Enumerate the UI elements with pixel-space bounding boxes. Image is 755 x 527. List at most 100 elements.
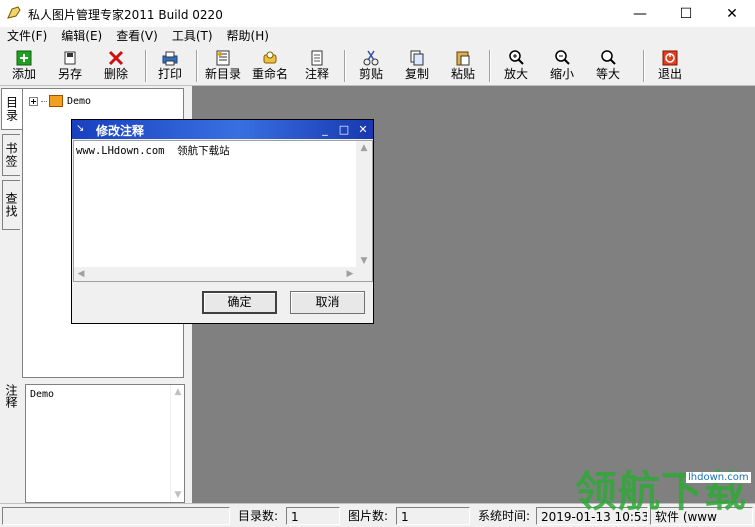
toolbar: 添加 另存 删除 打印 新目录 重命名 注释 剪贴 复制 粘贴 放大 缩小 等大…	[0, 46, 755, 86]
zoom-out-label: 缩小	[549, 67, 574, 81]
zoom-out-button[interactable]: 缩小	[546, 48, 578, 84]
system-time-label: 系统时间:	[478, 509, 531, 523]
tab-search[interactable]: 查找	[2, 180, 20, 230]
rename-label: 重命名	[251, 67, 288, 81]
new-folder-button[interactable]: 新目录	[203, 48, 243, 84]
menu-tools[interactable]: 工具(T)	[165, 27, 220, 46]
delete-icon	[108, 50, 124, 66]
save-icon	[64, 51, 76, 65]
scrollbar-corner	[356, 267, 372, 281]
exit-icon	[662, 50, 678, 66]
cut-button[interactable]: 剪贴	[355, 48, 387, 84]
dialog-title-bar[interactable]: ↘ 修改注释 _ □ ✕	[72, 120, 373, 139]
menu-help[interactable]: 帮助(H)	[220, 27, 276, 46]
cut-label: 剪贴	[358, 67, 383, 81]
status-message	[2, 507, 230, 525]
edit-note-dialog: ↘ 修改注释 _ □ ✕ www.LHdown.com 领航下载站 ▲ ▼ ◀ …	[71, 119, 374, 324]
scroll-right-icon[interactable]: ▶	[343, 267, 357, 281]
title-bar: 私人图片管理专家2011 Build 0220 — ☐ ✕	[0, 0, 755, 27]
add-label: 添加	[11, 67, 36, 81]
print-icon	[162, 51, 178, 66]
scroll-down-icon[interactable]: ▼	[171, 488, 185, 502]
pic-count-value: 1	[396, 507, 470, 525]
save-as-label: 另存	[57, 67, 82, 81]
exit-button[interactable]: 退出	[654, 48, 686, 84]
note-horizontal-scrollbar[interactable]: ◀ ▶	[74, 267, 357, 281]
note-content: www.LHdown.com 领航下载站	[76, 145, 230, 157]
zoom-in-label: 放大	[503, 67, 528, 81]
copy-button[interactable]: 复制	[401, 48, 433, 84]
close-button[interactable]: ✕	[709, 0, 755, 27]
note-button[interactable]: 注释	[301, 48, 333, 84]
toolbar-separator	[489, 50, 491, 82]
notes-text: Demo	[30, 389, 55, 400]
delete-label: 删除	[103, 67, 128, 81]
dialog-title: 修改注释	[96, 124, 145, 138]
paste-button[interactable]: 粘贴	[447, 48, 479, 84]
copy-label: 复制	[404, 67, 429, 81]
tab-bookmarks[interactable]: 书签	[2, 134, 20, 176]
pic-count-label: 图片数:	[348, 509, 389, 523]
toolbar-separator	[145, 50, 147, 82]
scroll-up-icon[interactable]: ▲	[356, 141, 372, 155]
close-icon: ✕	[726, 5, 738, 22]
toolbar-separator	[344, 50, 346, 82]
window-title: 私人图片管理专家2011 Build 0220	[28, 8, 223, 22]
dialog-arrow-icon: ↘	[76, 123, 85, 134]
scroll-down-icon[interactable]: ▼	[356, 254, 372, 268]
menu-bar: 文件(F) 编辑(E) 查看(V) 工具(T) 帮助(H)	[0, 27, 755, 46]
save-as-button[interactable]: 另存	[54, 48, 86, 84]
menu-file[interactable]: 文件(F)	[0, 27, 54, 46]
tree-node-demo[interactable]: Demo	[29, 95, 91, 107]
zoom-in-icon	[509, 50, 524, 65]
paste-label: 粘贴	[450, 67, 475, 81]
cancel-button[interactable]: 取消	[290, 291, 365, 314]
expand-icon[interactable]	[29, 96, 38, 106]
zoom-in-button[interactable]: 放大	[500, 48, 532, 84]
dir-count-value: 1	[286, 507, 340, 525]
dialog-maximize-icon[interactable]: □	[336, 122, 352, 137]
delete-button[interactable]: 删除	[100, 48, 132, 84]
watermark-url: lhdown.com	[686, 472, 751, 483]
side-tabs: 目录 书签 查找	[0, 86, 22, 503]
notes-panel[interactable]: Demo ▲ ▼	[25, 384, 185, 503]
tab-directory[interactable]: 目录	[1, 88, 22, 130]
dir-count-label: 目录数:	[238, 509, 279, 523]
minimize-button[interactable]: —	[617, 0, 663, 27]
folder-icon	[49, 95, 63, 107]
menu-edit[interactable]: 编辑(E)	[54, 27, 109, 46]
tree-node-label: Demo	[67, 95, 92, 107]
scroll-left-icon[interactable]: ◀	[74, 267, 88, 281]
toolbar-separator	[643, 50, 645, 82]
note-vertical-scrollbar[interactable]: ▲ ▼	[356, 141, 372, 268]
print-label: 打印	[157, 67, 182, 81]
dialog-minimize-icon[interactable]: _	[317, 122, 333, 137]
toolbar-separator	[196, 50, 198, 82]
tree-connector	[41, 100, 47, 102]
notes-panel-label: 注释	[4, 384, 18, 408]
minimize-icon: —	[633, 5, 647, 22]
rename-icon	[263, 51, 277, 64]
ok-button[interactable]: 确定	[202, 291, 277, 314]
note-icon	[311, 50, 323, 66]
note-label: 注释	[304, 67, 329, 81]
add-icon	[16, 50, 32, 66]
new-folder-icon	[216, 50, 230, 66]
dialog-close-icon[interactable]: ✕	[355, 122, 371, 137]
print-button[interactable]: 打印	[154, 48, 186, 84]
maximize-button[interactable]: ☐	[663, 0, 709, 27]
notes-scrollbar[interactable]: ▲ ▼	[170, 385, 184, 502]
actual-size-label: 等大	[595, 67, 620, 81]
actual-size-icon	[601, 50, 616, 65]
new-folder-label: 新目录	[204, 67, 241, 81]
watermark-logo: 领航下载	[575, 467, 748, 516]
exit-label: 退出	[657, 67, 682, 81]
note-textarea[interactable]: www.LHdown.com 领航下载站 ▲ ▼ ◀ ▶	[73, 140, 373, 282]
actual-size-button[interactable]: 等大	[592, 48, 624, 84]
menu-view[interactable]: 查看(V)	[109, 27, 165, 46]
zoom-out-icon	[555, 50, 570, 65]
rename-button[interactable]: 重命名	[249, 48, 291, 84]
pen-icon	[7, 6, 21, 19]
add-button[interactable]: 添加	[8, 48, 40, 84]
scroll-up-icon[interactable]: ▲	[171, 385, 185, 399]
